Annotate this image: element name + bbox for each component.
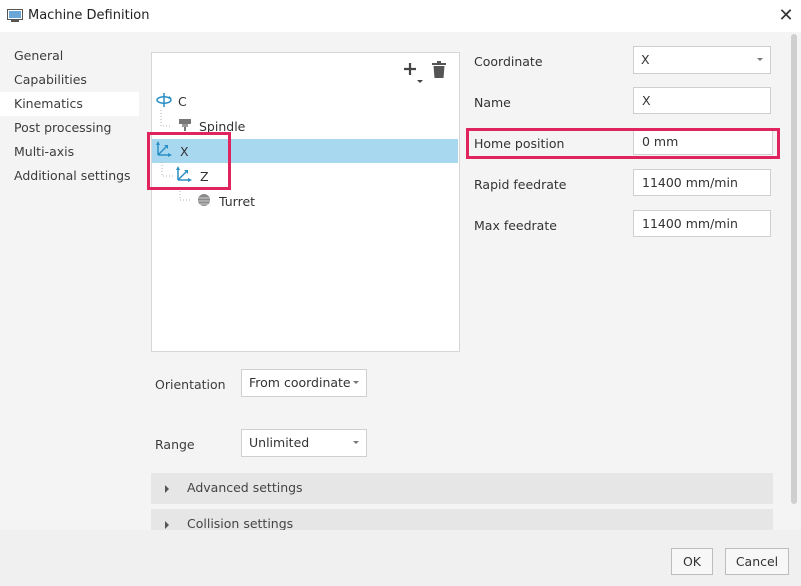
chevron-right-icon <box>165 521 169 529</box>
sidebar: General Capabilities Kinematics Post pro… <box>0 32 139 552</box>
delete-icon[interactable] <box>432 61 446 79</box>
orientation-value: From coordinate <box>249 375 351 390</box>
annotation-highlight-home-position <box>466 128 780 159</box>
rotary-axis-icon <box>156 90 172 115</box>
window-title: Machine Definition <box>28 8 150 23</box>
orientation-dropdown[interactable]: From coordinate <box>241 369 367 397</box>
ok-button[interactable]: OK <box>671 548 713 575</box>
turret-icon <box>197 190 211 215</box>
sidebar-item-multi-axis[interactable]: Multi-axis <box>0 140 139 164</box>
tree-node-label: Turret <box>219 194 256 209</box>
tree-node-turret[interactable]: Turret <box>197 189 255 214</box>
rapid-feedrate-field[interactable]: 11400 mm/min <box>633 169 771 196</box>
range-dropdown[interactable]: Unlimited <box>241 429 367 457</box>
collision-settings-label: Collision settings <box>187 516 294 530</box>
advanced-settings-section[interactable]: Advanced settings <box>151 473 773 504</box>
sidebar-item-additional-settings[interactable]: Additional settings <box>0 164 139 188</box>
advanced-settings-label: Advanced settings <box>187 480 303 495</box>
sidebar-item-post-processing[interactable]: Post processing <box>0 116 139 140</box>
scrollbar-thumb[interactable] <box>791 34 797 504</box>
sidebar-item-capabilities[interactable]: Capabilities <box>0 68 139 92</box>
range-label: Range <box>155 437 195 452</box>
chevron-right-icon <box>165 485 169 493</box>
coordinate-label: Coordinate <box>474 54 543 69</box>
collision-settings-section[interactable]: Collision settings <box>151 509 773 530</box>
orientation-label: Orientation <box>155 377 226 392</box>
chevron-down-icon <box>353 441 359 444</box>
tree-node-label: C <box>178 94 187 109</box>
chevron-down-icon <box>353 381 359 384</box>
range-value: Unlimited <box>249 435 310 450</box>
tree-node-c[interactable]: C <box>156 89 187 114</box>
chevron-down-icon <box>757 58 763 61</box>
sidebar-item-kinematics[interactable]: Kinematics <box>0 92 139 116</box>
add-axis-icon[interactable] <box>403 60 423 84</box>
sidebar-item-general[interactable]: General <box>0 44 139 68</box>
coordinate-dropdown[interactable]: X <box>633 46 771 74</box>
coordinate-value: X <box>641 52 650 67</box>
name-label: Name <box>474 95 511 110</box>
rapid-feedrate-label: Rapid feedrate <box>474 177 567 192</box>
max-feedrate-label: Max feedrate <box>474 218 557 233</box>
machine-definition-icon <box>7 9 23 23</box>
name-field[interactable]: X <box>633 87 771 114</box>
max-feedrate-field[interactable]: 11400 mm/min <box>633 210 771 237</box>
cancel-button[interactable]: Cancel <box>725 548 789 575</box>
annotation-highlight-axes <box>147 132 231 190</box>
close-icon[interactable]: ✕ <box>776 6 796 26</box>
